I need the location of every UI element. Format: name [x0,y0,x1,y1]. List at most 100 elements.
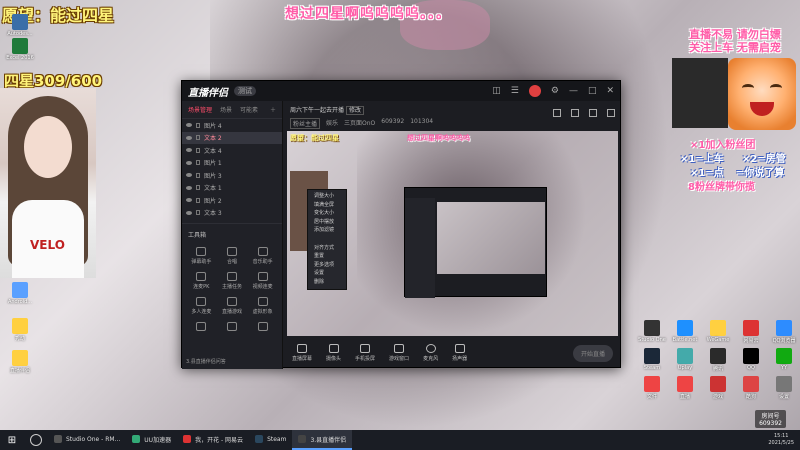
lock-icon[interactable] [196,210,200,216]
lock-icon[interactable] [196,147,200,153]
desktop-icon-excel[interactable]: Excel 2016 [0,38,40,61]
lock-icon[interactable] [196,160,200,166]
visibility-icon[interactable] [186,185,192,190]
lock-icon[interactable] [196,135,200,141]
speaker-button[interactable]: 扬声器 [452,344,467,362]
desktop-icon-uplay[interactable]: Uplay [669,348,701,372]
context-menu-item[interactable]: 更多选项 [308,261,346,270]
windows-start-icon[interactable]: ⊞ [0,430,24,450]
context-menu-item[interactable]: 填满全屏 [308,201,346,210]
share-icon[interactable] [553,109,561,117]
settings-icon[interactable]: ⚙ [551,86,559,96]
context-menu-item[interactable]: 删除 [308,278,346,287]
taskbar-item-live-companion[interactable]: 3.县直播伴侣 [292,430,353,450]
desktop-icon-live[interactable]: 直播 [669,376,701,400]
menu-icon[interactable]: ☰ [511,86,519,96]
taskbar-item-netease[interactable]: 我，开花 - 网易云 [177,430,249,450]
lock-icon[interactable] [196,185,200,191]
desktop-icon-battlenet[interactable]: Battle.net [669,320,701,344]
context-menu-item[interactable]: 重置 [308,252,346,261]
search-icon[interactable] [30,434,42,446]
desktop-icon-live-companion[interactable]: 直播伴侣 [0,350,40,374]
desktop-icon-steam[interactable]: Steam [636,348,668,372]
layer-row[interactable]: 图片 1 [182,157,282,170]
visibility-icon[interactable] [186,123,192,128]
layer-row[interactable]: 图片 2 [182,194,282,207]
visibility-icon[interactable] [186,135,192,140]
lock-icon[interactable] [196,122,200,128]
camera-button[interactable]: 摄像头 [326,344,341,362]
layer-row[interactable]: 图片 4 [182,119,282,132]
user-avatar[interactable] [528,85,541,97]
layer-row[interactable]: 文本 3 [182,207,282,220]
lock-icon[interactable] [196,197,200,203]
tool-task[interactable]: 主播任务 [217,269,248,290]
visibility-icon[interactable] [186,148,192,153]
tool-live-game[interactable]: 直播游戏 [217,294,248,315]
tool-avatar[interactable]: 虚拟形象 [247,294,278,315]
context-menu-item[interactable]: 调整大小 [308,192,346,201]
tool-extra-2[interactable] [217,319,248,333]
context-menu-item[interactable]: 对齐方式 [308,244,346,253]
desktop-icon-files[interactable]: 文件 [636,376,668,400]
minimize-icon[interactable]: — [569,86,578,96]
tool-chorus[interactable]: 合唱 [217,244,248,265]
screen-capture-button[interactable]: 直播屏幕 [292,344,312,362]
visibility-icon[interactable] [186,160,192,165]
game-window-button[interactable]: 游戏窗口 [389,344,409,362]
desktop-icon-yy[interactable]: YY [768,348,800,372]
desktop-icon-kugou[interactable]: 酷狗 [735,376,767,400]
desktop-icon-qq[interactable]: QQ [735,348,767,372]
desktop-icon-android[interactable]: Android... [0,282,40,305]
context-menu-item[interactable]: 添加滤镜 [308,226,346,235]
desktop-icon-autodesk[interactable]: Autodes... [0,14,40,37]
context-menu-item[interactable]: 设置 [308,269,346,278]
desktop-icon-netease[interactable]: 网易云 [735,320,767,344]
desktop-icon-game[interactable]: 游戏 [702,376,734,400]
desktop-icon-tencent[interactable]: 腾讯 [702,348,734,372]
desktop-icon-wegame[interactable]: WeGame [702,320,734,344]
microphone-button[interactable]: 麦克风 [423,344,438,362]
taskbar-item-steam[interactable]: Steam [249,430,292,450]
maximize-icon[interactable]: □ [588,86,597,96]
tab-scene-manage[interactable]: 场景管理 [188,105,212,114]
tool-video-link[interactable]: 视频连麦 [247,269,278,290]
desktop-icon-qq-browser[interactable]: QQ浏览器 [768,320,800,344]
visibility-icon[interactable] [186,173,192,178]
edit-room-button[interactable]: 修改 [345,106,364,115]
layer-row-selected[interactable]: 文本 2 [182,131,282,144]
taskbar-item-studio-one[interactable]: Studio One - RM... [48,430,126,450]
tool-music[interactable]: 音乐助手 [247,244,278,265]
layer-row[interactable]: 文本 1 [182,182,282,195]
layer-row[interactable]: 图片 3 [182,169,282,182]
chat-icon[interactable]: ◫ [492,86,501,96]
tab-material[interactable]: 可能素 [240,105,258,114]
tool-extra-1[interactable] [186,319,217,333]
system-clock[interactable]: 15:11 2021/5/25 [762,433,800,447]
tool-multi-link[interactable]: 多人连麦 [186,294,217,315]
close-icon[interactable]: ✕ [606,86,614,96]
lock-icon[interactable] [196,172,200,178]
context-menu-item[interactable]: 变化大小 [308,209,346,218]
desktop-icon-xiudong[interactable]: 秀动 [0,318,40,342]
tool-danmu[interactable]: 弹幕助手 [186,244,217,265]
tool-extra-3[interactable] [247,319,278,333]
more-icon[interactable] [607,109,615,117]
add-source-icon[interactable]: ＋ [270,105,276,114]
start-live-button[interactable]: 开始直播 [572,344,613,362]
visibility-icon[interactable] [186,210,192,215]
tool-pk[interactable]: 连麦PK [186,269,217,290]
notification-icon[interactable] [571,109,579,117]
stream-preview[interactable]: 愿望：能过四星 想过四星啊呜呜呜呜 调整大小 填满全屏 变化大小 居中摆放 添加… [287,131,618,336]
context-menu-item[interactable]: 居中摆放 [308,218,346,227]
desktop-icon-settings[interactable]: 设置 [768,376,800,400]
visibility-icon[interactable] [186,198,192,203]
phone-cast-button[interactable]: 手机投屏 [355,344,375,362]
taskbar-item-uu[interactable]: UU加速器 [126,430,177,450]
help-link[interactable]: 3.县直播伴侣问答 [186,358,226,365]
broadcast-icon[interactable] [589,109,597,117]
layer-row[interactable]: 文本 4 [182,144,282,157]
tab-scene[interactable]: 场景 [220,105,232,114]
room-title[interactable]: 周六下午一起去开播 [290,107,344,114]
desktop-icon-studio-one[interactable]: Studio One [636,320,668,344]
